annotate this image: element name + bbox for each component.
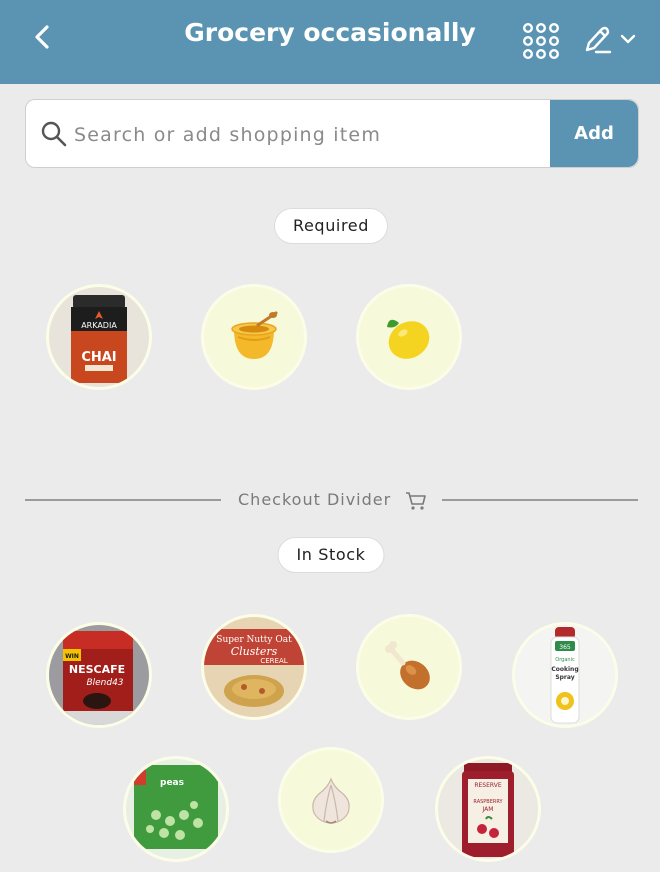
svg-text:CHAI: CHAI bbox=[81, 350, 116, 365]
item-cooking-spray[interactable]: 365 Organic Cooking Spray bbox=[512, 622, 618, 728]
item-lemon[interactable] bbox=[356, 284, 462, 390]
svg-text:Spray: Spray bbox=[555, 674, 574, 681]
chevron-down-icon bbox=[620, 34, 636, 44]
item-nescafe[interactable]: WIN NESCAFE Blend43 bbox=[46, 622, 152, 728]
svg-text:ARKADIA: ARKADIA bbox=[81, 321, 117, 330]
divider-line-left bbox=[25, 499, 221, 501]
coffee-jar-product-image: WIN NESCAFE Blend43 bbox=[49, 625, 149, 725]
svg-text:Organic: Organic bbox=[555, 657, 575, 663]
item-peas[interactable]: peas bbox=[123, 756, 229, 862]
add-button[interactable]: Add bbox=[550, 100, 638, 167]
jam-jar-product-image: RESERVE RASPBERRY JAM bbox=[438, 759, 538, 859]
app-header: Grocery occasionally bbox=[0, 0, 660, 84]
svg-text:JAM: JAM bbox=[482, 806, 494, 813]
search-bar: Add bbox=[25, 99, 639, 168]
svg-text:RASPBERRY: RASPBERRY bbox=[473, 799, 503, 805]
section-label-in-stock: In Stock bbox=[277, 537, 385, 573]
item-chai[interactable]: ARKADIA CHAI bbox=[46, 284, 152, 390]
grid-dots-icon bbox=[523, 23, 560, 60]
svg-text:NESCAFE: NESCAFE bbox=[69, 663, 125, 676]
pencil-edit-icon bbox=[585, 26, 612, 54]
svg-text:RESERVE: RESERVE bbox=[474, 782, 502, 789]
grid-view-button[interactable] bbox=[522, 22, 560, 60]
svg-text:CEREAL: CEREAL bbox=[260, 657, 287, 665]
page-title: Grocery occasionally bbox=[184, 18, 476, 47]
lemon-icon bbox=[387, 319, 430, 359]
svg-text:Super Nutty Oat: Super Nutty Oat bbox=[216, 635, 292, 645]
cart-icon bbox=[406, 492, 426, 510]
svg-text:peas: peas bbox=[160, 778, 184, 788]
item-chicken[interactable] bbox=[356, 614, 462, 720]
honey-pot-icon bbox=[231, 311, 278, 359]
search-input[interactable] bbox=[72, 100, 546, 167]
svg-text:Blend43: Blend43 bbox=[86, 678, 123, 688]
garlic-icon bbox=[312, 777, 350, 824]
edit-menu-button[interactable] bbox=[582, 24, 642, 56]
frozen-peas-product-image: peas bbox=[126, 759, 226, 859]
item-garlic[interactable] bbox=[278, 747, 384, 853]
svg-text:WIN: WIN bbox=[65, 653, 79, 660]
svg-text:Cooking: Cooking bbox=[551, 666, 578, 673]
item-jam[interactable]: RESERVE RASPBERRY JAM bbox=[435, 756, 541, 862]
cooking-spray-product-image: 365 Organic Cooking Spray bbox=[515, 625, 615, 725]
search-icon bbox=[41, 121, 67, 147]
chai-tin-product-image: ARKADIA CHAI bbox=[49, 287, 149, 387]
svg-text:365: 365 bbox=[559, 644, 571, 651]
checkout-divider-label: Checkout Divider bbox=[238, 490, 392, 509]
item-cereal[interactable]: Super Nutty Oat Clusters CEREAL bbox=[201, 614, 307, 720]
cereal-box-product-image: Super Nutty Oat Clusters CEREAL bbox=[204, 617, 304, 717]
chicken-leg-icon bbox=[385, 641, 430, 690]
section-label-required: Required bbox=[273, 208, 389, 244]
divider-line-right bbox=[442, 499, 638, 501]
item-honey[interactable] bbox=[201, 284, 307, 390]
